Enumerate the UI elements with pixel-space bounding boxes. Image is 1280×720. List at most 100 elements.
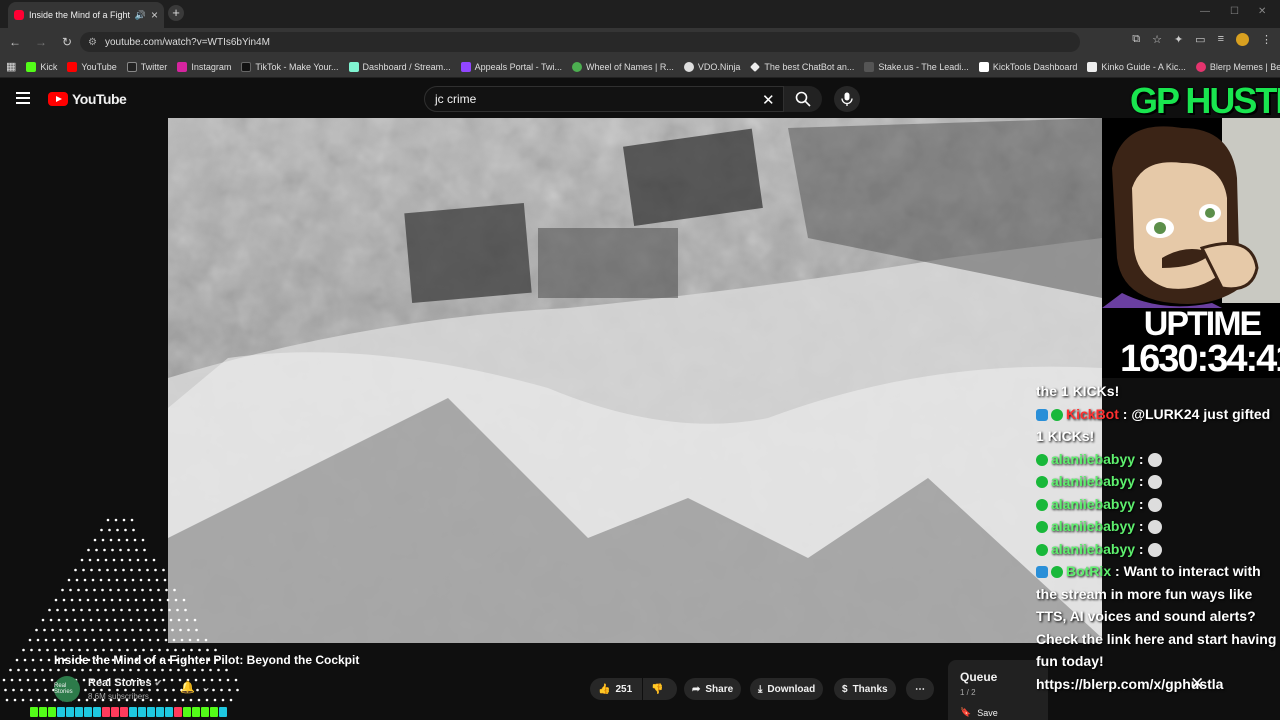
decor-dot bbox=[54, 598, 58, 602]
bookmark-item[interactable]: Kick bbox=[26, 61, 57, 72]
decor-dot bbox=[156, 638, 160, 642]
decor-dot bbox=[5, 698, 9, 702]
decor-dot bbox=[53, 698, 57, 702]
decor-dot bbox=[153, 668, 156, 672]
decor-dot bbox=[124, 688, 127, 692]
minimize-icon[interactable]: — bbox=[1200, 6, 1210, 17]
decor-dot bbox=[110, 598, 114, 602]
extensions-icon[interactable]: ✦ bbox=[1174, 33, 1183, 46]
decor-dot bbox=[104, 608, 107, 612]
back-icon[interactable]: ← bbox=[4, 31, 26, 53]
profile-avatar[interactable] bbox=[1236, 33, 1249, 46]
bookmark-item[interactable]: The best ChatBot an... bbox=[750, 62, 854, 72]
decor-dot bbox=[140, 638, 144, 642]
youtube-logo-text: YouTube bbox=[72, 91, 127, 107]
more-actions-button[interactable]: ⋯ bbox=[906, 678, 934, 700]
decor-dot bbox=[162, 678, 166, 682]
decor-dot bbox=[106, 568, 109, 572]
wheel-icon bbox=[571, 61, 582, 72]
clear-search-icon[interactable]: ✕ bbox=[762, 91, 775, 109]
forward-icon[interactable]: → bbox=[30, 31, 52, 53]
dislike-button[interactable]: 👎 bbox=[643, 678, 677, 700]
share-icon: ➦ bbox=[692, 683, 701, 695]
decor-dot bbox=[143, 548, 146, 552]
bookmark-item[interactable]: YouTube bbox=[67, 61, 117, 72]
decor-dot bbox=[56, 608, 59, 612]
vdoninja-icon bbox=[683, 61, 694, 72]
search-button[interactable] bbox=[784, 86, 822, 112]
bookmark-item[interactable]: KickTools Dashboard bbox=[978, 61, 1077, 72]
bookmark-item[interactable]: Twitter bbox=[126, 61, 167, 72]
decor-dot bbox=[128, 608, 131, 612]
reload-icon[interactable]: ↻ bbox=[56, 31, 78, 53]
decor-dot bbox=[80, 558, 84, 562]
search-input[interactable]: jc crime bbox=[424, 86, 784, 112]
decor-dot bbox=[190, 648, 193, 652]
omnibox[interactable]: ⚙ youtube.com/watch?v=WTIs6bYin4M bbox=[80, 32, 1080, 52]
bookmark-label: Kinko Guide - A Kic... bbox=[1101, 61, 1186, 72]
like-button[interactable]: 👍 251 bbox=[590, 678, 642, 700]
media-icon[interactable]: ≡ bbox=[1218, 33, 1224, 46]
site-info-icon[interactable]: ⚙ bbox=[88, 37, 97, 48]
close-tab-icon[interactable]: × bbox=[151, 8, 158, 22]
decor-dot bbox=[172, 638, 176, 642]
chat-text: : bbox=[1135, 518, 1148, 534]
verified-badge-icon bbox=[1036, 498, 1048, 511]
bookmark-item[interactable]: Blerp Memes | Best... bbox=[1195, 61, 1280, 72]
decor-dot bbox=[70, 648, 73, 652]
decor-dot bbox=[155, 578, 159, 582]
install-icon[interactable]: ⧉ bbox=[1132, 33, 1140, 46]
bookmark-item[interactable]: Instagram bbox=[177, 61, 231, 72]
thanks-button[interactable]: $ Thanks bbox=[834, 678, 896, 700]
decor-dot bbox=[33, 668, 36, 672]
decor-dot bbox=[116, 528, 119, 532]
bookmark-item[interactable]: Wheel of Names | R... bbox=[571, 61, 674, 72]
share-button[interactable]: ➦ Share bbox=[684, 678, 742, 700]
decor-dot bbox=[17, 668, 20, 672]
maximize-icon[interactable]: ☐ bbox=[1230, 6, 1239, 17]
video-player[interactable] bbox=[168, 118, 1102, 643]
browser-tab-active[interactable]: Inside the Mind of a Fighter 🔊 × bbox=[8, 2, 164, 28]
decor-dot bbox=[49, 668, 52, 672]
decor-dot bbox=[136, 608, 139, 612]
close-icon[interactable]: ✕ bbox=[1190, 674, 1204, 694]
close-window-icon[interactable]: ✕ bbox=[1258, 6, 1266, 17]
decor-dot bbox=[135, 548, 138, 552]
decor-dot bbox=[206, 648, 209, 652]
decor-dot bbox=[156, 688, 159, 692]
save-button[interactable]: 🔖 Save bbox=[960, 707, 1036, 718]
channel-name[interactable]: Real Stories ✔ bbox=[88, 677, 162, 689]
menu-icon[interactable]: ⋮ bbox=[1261, 33, 1272, 46]
decor-dot bbox=[81, 618, 85, 622]
bookmark-star-icon[interactable]: ☆ bbox=[1152, 33, 1162, 46]
decor-dot bbox=[144, 558, 148, 562]
bookmark-item[interactable]: Dashboard / Stream... bbox=[348, 61, 451, 72]
queue-panel[interactable]: Queue 1 / 2 🔖 Save bbox=[948, 660, 1048, 720]
decor-dot bbox=[108, 638, 112, 642]
bookmark-item[interactable]: Kinko Guide - A Kic... bbox=[1087, 61, 1186, 72]
chat-username: KickBot bbox=[1066, 405, 1119, 422]
decor-dot bbox=[155, 628, 158, 632]
decor-dot bbox=[164, 688, 167, 692]
bookmark-item[interactable]: VDO.Ninja bbox=[683, 61, 740, 72]
youtube-logo[interactable]: YouTube bbox=[48, 91, 127, 107]
bookmark-item[interactable]: TikTok - Make Your... bbox=[241, 61, 339, 72]
apps-grid-icon[interactable]: ▦ bbox=[6, 60, 16, 73]
download-button[interactable]: ⤓ Download bbox=[750, 678, 824, 700]
subscription-bell-button[interactable]: 🔔 ⌄ bbox=[180, 680, 220, 700]
channel-avatar[interactable]: Real Stories bbox=[54, 676, 80, 702]
new-tab-button[interactable]: + bbox=[168, 5, 184, 21]
url-text: youtube.com/watch?v=WTIs6bYin4M bbox=[104, 36, 270, 48]
streamlabs-icon bbox=[348, 61, 359, 72]
decor-dot bbox=[81, 668, 84, 672]
decor-dot bbox=[25, 668, 28, 672]
bookmark-item[interactable]: Stake.us - The Leadi... bbox=[864, 61, 969, 72]
bookmark-item[interactable]: Appeals Portal - Twi... bbox=[460, 61, 562, 72]
bookmark-label: Dashboard / Stream... bbox=[362, 61, 451, 72]
hamburger-menu-icon[interactable] bbox=[16, 92, 30, 104]
decor-dot bbox=[157, 588, 160, 592]
decor-dot bbox=[57, 668, 60, 672]
voice-search-button[interactable] bbox=[834, 86, 860, 112]
audio-icon[interactable]: 🔊 bbox=[135, 10, 146, 21]
cast-icon[interactable]: ▭ bbox=[1195, 33, 1205, 46]
